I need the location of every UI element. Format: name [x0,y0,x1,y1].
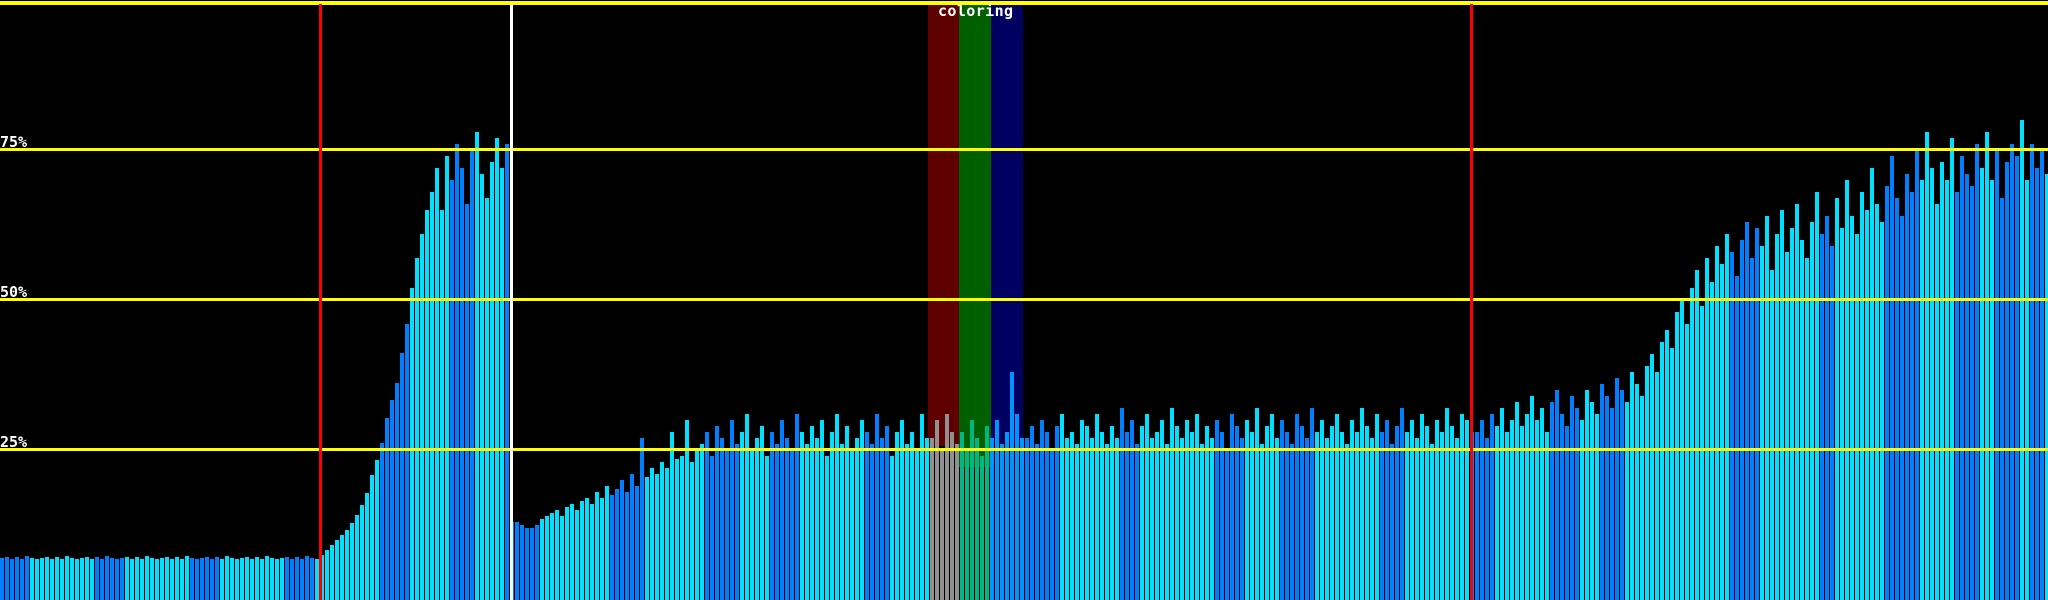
y-axis-label-75: 75% [0,133,28,151]
axis-labels-layer: 75% 50% 25% [0,0,2048,600]
y-axis-label-25: 25% [0,433,28,451]
performance-frame-graph: 75% 50% 25% coloring [0,0,2048,600]
coloring-label: coloring [938,2,1014,20]
y-axis-label-50: 50% [0,283,28,301]
